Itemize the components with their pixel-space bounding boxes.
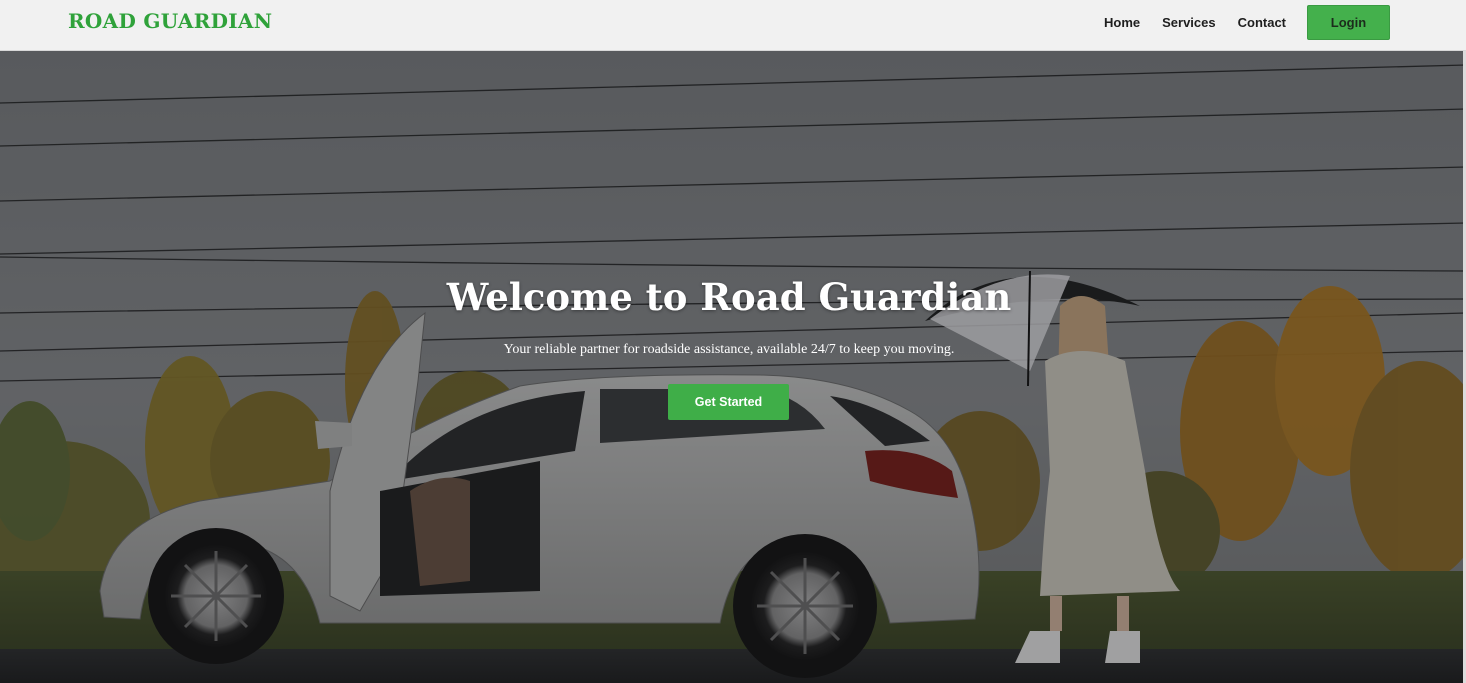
hero-dark-overlay xyxy=(0,51,1466,683)
hero-subtitle: Your reliable partner for roadside assis… xyxy=(503,342,955,357)
get-started-button[interactable]: Get Started xyxy=(668,384,789,420)
top-navbar: ROAD GUARDIAN Home Services Contact Logi… xyxy=(0,0,1466,51)
nav-link-services[interactable]: Services xyxy=(1162,15,1216,30)
hero-section: Welcome to Road Guardian Your reliable p… xyxy=(0,51,1466,683)
hero-title: Welcome to Road Guardian xyxy=(446,275,1012,319)
brand-logo[interactable]: ROAD GUARDIAN xyxy=(68,9,272,33)
login-button[interactable]: Login xyxy=(1307,5,1390,40)
nav-link-home[interactable]: Home xyxy=(1104,15,1140,30)
nav-links: Home Services Contact xyxy=(1104,15,1286,30)
nav-link-contact[interactable]: Contact xyxy=(1238,15,1286,30)
